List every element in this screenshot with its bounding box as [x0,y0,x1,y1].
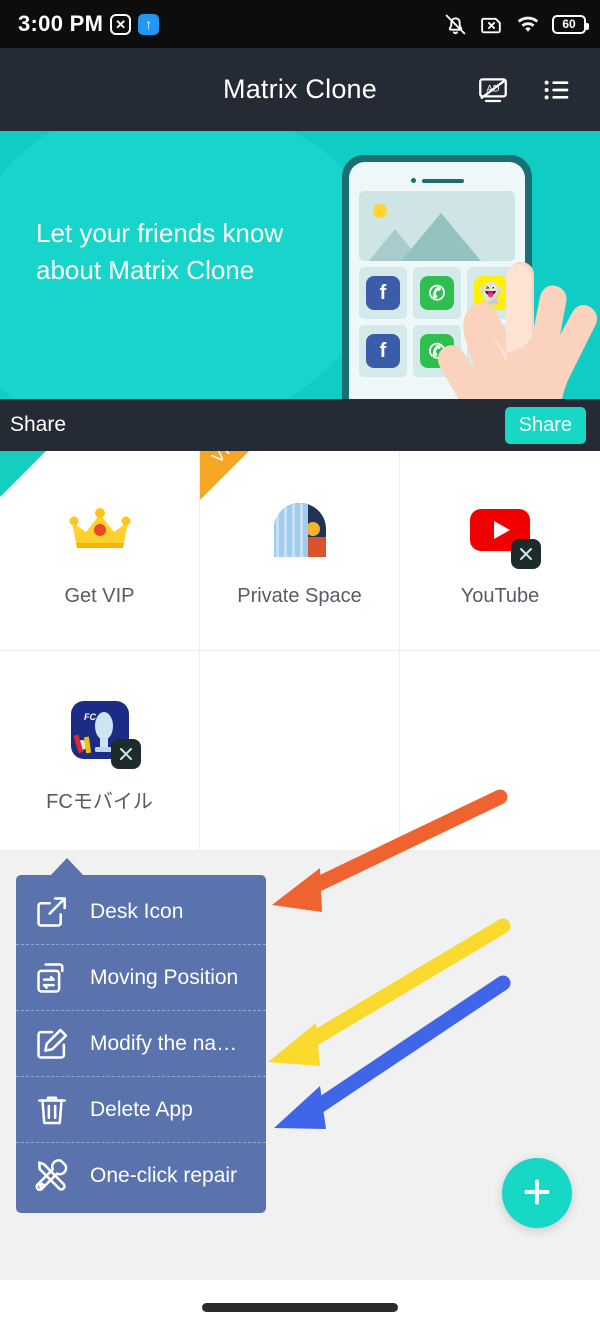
context-menu-item-label: Modify the na… [90,1031,238,1055]
app-bar: Matrix Clone AD [0,48,600,131]
home-gesture-pill[interactable] [202,1302,398,1312]
illustration-phone-notch [359,178,515,183]
status-time: 3:00 PM [18,11,104,36]
edit-pencil-icon [30,1022,74,1066]
youtube-icon [467,497,541,569]
no-ads-icon[interactable]: AD [474,71,512,109]
private-space-icon [267,497,333,563]
fc-mobile-icon: FC [67,697,141,769]
app-cell-empty [400,651,600,851]
plus-icon [519,1174,555,1213]
phone-hand-illustration: f ✆ 👻 f ✆ 👻 [338,155,598,399]
context-menu-item-moving-position[interactable]: Moving Position [16,945,266,1011]
status-bar-right: 60 [443,11,589,37]
app-label: FCモバイル [46,791,153,813]
status-bar: 3:00 PM ✕ ↑ 60 [0,0,600,48]
banner-headline: Let your friends know about Matrix Clone [36,218,284,285]
illustration-hand [437,262,598,399]
context-menu-item-label: Moving Position [90,965,239,989]
share-button[interactable]: Share [504,406,586,444]
app-cell-empty [200,651,400,851]
app-label: YouTube [460,585,540,607]
app-label: Get VIP [64,585,135,607]
promo-banner[interactable]: Let your friends know about Matrix Clone… [0,131,600,399]
context-menu-item-delete-app[interactable]: Delete App [16,1077,266,1143]
clone-x-badge [110,739,141,769]
sim-card-off-icon [479,12,504,37]
add-clone-fab[interactable] [502,1158,572,1228]
context-menu-item-label: Desk Icon [90,899,184,923]
trash-icon [30,1088,74,1132]
app-cell-fc-mobile[interactable]: FC FCモバイル [0,651,200,851]
app-cell-get-vip[interactable]: 1 Get VIP [0,451,200,651]
context-menu-item-modify-name[interactable]: Modify the na… [16,1011,266,1077]
svg-text:FC: FC [84,712,96,722]
count-corner-badge: 1 [0,451,46,497]
context-menu-item-desk-icon[interactable]: Desk Icon [16,879,266,945]
crown-icon [67,497,133,563]
share-bar: Share Share [0,399,600,451]
bell-muted-icon [443,12,468,37]
context-menu-pointer [50,858,84,876]
system-navigation-bar [0,1280,600,1334]
share-bar-label: Share [10,413,67,436]
context-menu-item-label: Delete App [90,1097,193,1121]
upload-arrow-icon: ↑ [138,13,160,35]
clone-x-badge [511,539,541,569]
battery-indicator: 60 [552,14,589,34]
list-menu-icon[interactable] [538,71,576,109]
x-circle-icon: ✕ [110,13,132,35]
app-bar-actions: AD [474,71,600,109]
wifi-icon [515,11,541,37]
context-menu-item-label: One-click repair [90,1164,238,1187]
status-bar-left: 3:00 PM ✕ ↑ [18,11,160,37]
app-grid: 1 Get VIP VIP [0,451,600,851]
tools-repair-icon [30,1154,74,1198]
move-swap-icon [30,956,74,1000]
app-context-menu: Desk Icon Moving Position Modify the na… [16,858,266,1213]
context-menu-item-one-click-repair[interactable]: One-click repair [16,1143,266,1209]
app-cell-youtube[interactable]: YouTube [400,451,600,651]
app-label: Private Space [237,585,362,607]
external-link-icon [30,890,74,934]
app-cell-private-space[interactable]: VIP [200,451,400,651]
